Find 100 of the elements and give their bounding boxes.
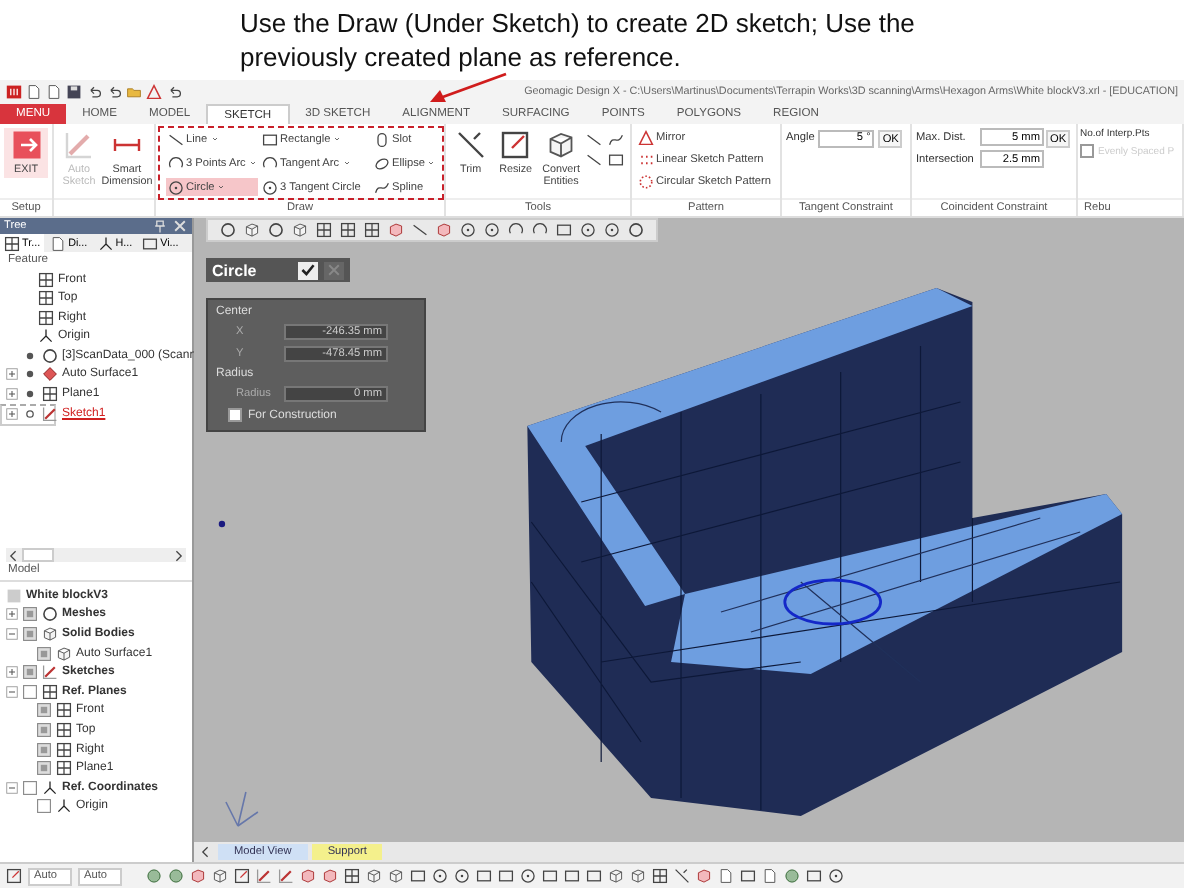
line-icon	[168, 131, 184, 147]
pencil-icon	[42, 664, 58, 681]
pencil-icon[interactable]	[256, 868, 272, 884]
grid-icon[interactable]	[316, 222, 332, 238]
resize-icon[interactable]	[6, 868, 22, 884]
check-icon	[300, 262, 316, 278]
circle-icon[interactable]	[460, 222, 476, 238]
expand-icon[interactable]	[6, 387, 18, 400]
expand-icon[interactable]	[6, 408, 18, 420]
axes-icon	[97, 235, 114, 251]
undo-icon[interactable]	[166, 84, 182, 100]
visibility-box-icon[interactable]	[36, 645, 52, 662]
circle-icon[interactable]	[432, 868, 448, 884]
circle-icon[interactable]	[604, 222, 620, 238]
close-icon[interactable]	[172, 218, 188, 234]
cube-icon[interactable]	[190, 868, 206, 884]
axis-triad-drawing	[225, 791, 259, 827]
visibility-box-icon[interactable]	[22, 606, 38, 623]
dot-circle-icon	[638, 173, 654, 189]
diamond-icon	[42, 366, 58, 383]
axes-icon	[38, 328, 54, 345]
dot-icon[interactable]	[22, 347, 38, 364]
circle-icon[interactable]	[454, 868, 470, 884]
expand-icon[interactable]	[6, 368, 18, 381]
confirm-button[interactable]	[298, 261, 318, 279]
grid-icon[interactable]	[344, 868, 360, 884]
grid-icon	[4, 235, 20, 251]
rectangle-icon[interactable]	[607, 152, 624, 168]
dot-icon[interactable]	[22, 385, 38, 402]
trim-icon	[455, 130, 486, 160]
undo-icon[interactable]	[106, 84, 122, 100]
spline-icon[interactable]	[607, 132, 624, 148]
dot-icon[interactable]	[22, 366, 38, 383]
dot-pattern-icon	[638, 151, 654, 167]
cube-icon[interactable]	[388, 868, 404, 884]
rectangle-icon	[142, 235, 159, 251]
empty-box-icon[interactable]	[22, 779, 38, 796]
spline-icon	[374, 179, 390, 195]
circle-icon	[262, 179, 278, 195]
close-icon	[326, 262, 342, 278]
visibility-box-icon[interactable]	[36, 702, 52, 719]
line-icon[interactable]	[412, 222, 428, 238]
rectangle-icon[interactable]	[556, 222, 572, 238]
cube-icon[interactable]	[436, 222, 452, 238]
rectangle-icon[interactable]	[740, 868, 756, 884]
visibility-box-icon[interactable]	[36, 760, 52, 777]
annotation-text: Use the Draw (Under Sketch) to create 2D sketch; Use the previously created plane as reference.	[238, 6, 917, 76]
pin-icon[interactable]	[152, 218, 168, 234]
ring-icon[interactable]	[628, 222, 644, 238]
circle-icon[interactable]	[520, 868, 536, 884]
sketch-circle	[783, 578, 882, 626]
grid-icon[interactable]	[652, 868, 668, 884]
cube-icon[interactable]	[630, 868, 646, 884]
ring-icon	[42, 606, 58, 623]
line-icon[interactable]	[585, 132, 602, 148]
expand-icon[interactable]	[6, 666, 18, 679]
triangle-icon[interactable]	[146, 84, 162, 100]
circle-icon[interactable]	[580, 222, 596, 238]
cube-icon[interactable]	[244, 222, 260, 238]
square-icon	[6, 587, 22, 604]
circle-icon[interactable]	[484, 222, 500, 238]
grid-icon	[42, 385, 58, 402]
circle-icon	[168, 179, 184, 195]
ring-icon	[42, 347, 58, 364]
cube-icon[interactable]	[388, 222, 404, 238]
rectangle-icon[interactable]	[410, 868, 426, 884]
exit-icon	[11, 130, 41, 160]
empty-box-icon[interactable]	[36, 798, 52, 815]
cube-icon[interactable]	[212, 868, 228, 884]
visibility-box-icon[interactable]	[22, 625, 38, 642]
ring-icon[interactable]	[268, 222, 284, 238]
slot-icon	[374, 131, 390, 147]
rectangle-icon	[262, 131, 278, 147]
cube-icon[interactable]	[696, 868, 712, 884]
cube-icon[interactable]	[608, 868, 624, 884]
document-icon[interactable]	[718, 868, 734, 884]
document-icon[interactable]	[762, 868, 778, 884]
visibility-box-icon[interactable]	[22, 664, 38, 681]
pencil-icon[interactable]	[278, 868, 294, 884]
visibility-box-icon[interactable]	[36, 721, 52, 738]
hollow-dot-icon[interactable]	[22, 406, 38, 422]
grid-icon[interactable]	[340, 222, 356, 238]
rectangle-icon[interactable]	[806, 868, 822, 884]
resize-icon[interactable]	[234, 868, 250, 884]
line-icon[interactable]	[585, 152, 602, 168]
trim-icon[interactable]	[674, 868, 690, 884]
cube-icon	[42, 625, 58, 642]
scrollbar[interactable]	[6, 548, 186, 562]
ring-icon[interactable]	[220, 222, 236, 238]
cube-icon[interactable]	[292, 222, 308, 238]
app-logo-icon[interactable]	[6, 84, 22, 100]
expand-icon[interactable]	[6, 608, 18, 621]
cube-icon[interactable]	[366, 868, 382, 884]
ellipse-icon	[374, 155, 390, 171]
sphere-icon[interactable]	[784, 868, 800, 884]
undo-icon[interactable]	[86, 84, 102, 100]
grid-icon[interactable]	[364, 222, 380, 238]
arc-icon	[262, 155, 278, 171]
visibility-box-icon[interactable]	[36, 741, 52, 758]
circle-icon[interactable]	[828, 868, 844, 884]
